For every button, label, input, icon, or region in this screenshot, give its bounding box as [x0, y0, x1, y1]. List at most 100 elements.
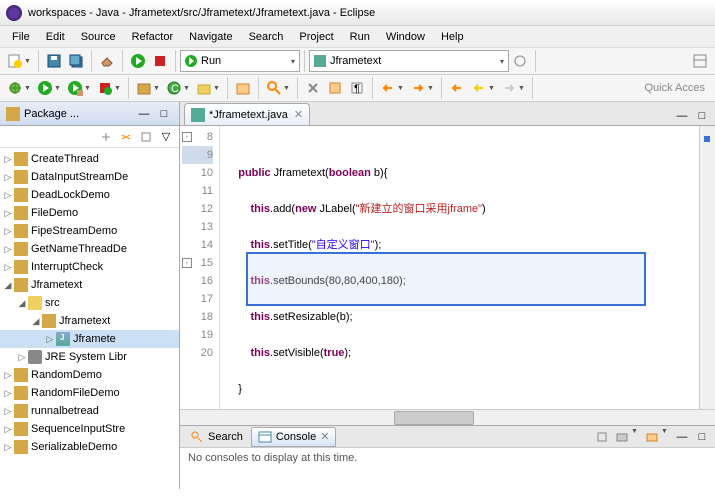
- dropdown-icon[interactable]: ▼: [183, 85, 193, 92]
- dropdown-icon[interactable]: ▼: [488, 85, 498, 92]
- expander-icon[interactable]: ▷: [2, 190, 14, 201]
- tree-item[interactable]: ▷RandomDemo: [0, 366, 179, 384]
- close-icon[interactable]: ✕: [294, 108, 303, 121]
- save-button[interactable]: [43, 50, 65, 72]
- line-number[interactable]: 9: [182, 146, 213, 164]
- maximize-button[interactable]: □: [693, 428, 711, 446]
- line-number[interactable]: 20: [182, 344, 213, 362]
- tree-item[interactable]: ▷SerializableDemo: [0, 438, 179, 456]
- tree-item[interactable]: ▷FileDemo: [0, 204, 179, 222]
- expander-icon[interactable]: ▷: [2, 388, 14, 399]
- menu-window[interactable]: Window: [378, 28, 433, 46]
- menu-search[interactable]: Search: [241, 28, 292, 46]
- maximize-button[interactable]: □: [693, 107, 711, 125]
- line-number[interactable]: 16: [182, 272, 213, 290]
- annotation-next-button[interactable]: [407, 77, 429, 99]
- expander-icon[interactable]: ◢: [30, 316, 42, 327]
- tree-item[interactable]: ▷RandomFileDemo: [0, 384, 179, 402]
- package-tree[interactable]: ▷CreateThread▷DataInputStreamDe▷DeadLock…: [0, 148, 179, 489]
- menu-source[interactable]: Source: [73, 28, 124, 46]
- new-folder-button[interactable]: [193, 77, 215, 99]
- run-button-2[interactable]: [34, 77, 56, 99]
- line-number[interactable]: 11: [182, 182, 213, 200]
- dropdown-icon[interactable]: ▼: [661, 428, 671, 446]
- menu-navigate[interactable]: Navigate: [181, 28, 240, 46]
- focus-button[interactable]: [137, 128, 155, 146]
- menu-file[interactable]: File: [4, 28, 38, 46]
- menu-help[interactable]: Help: [433, 28, 472, 46]
- dropdown-icon[interactable]: ▼: [54, 85, 64, 92]
- dropdown-icon[interactable]: ▼: [84, 85, 94, 92]
- forward-button[interactable]: [498, 77, 520, 99]
- run-button[interactable]: [127, 50, 149, 72]
- search-button[interactable]: [263, 77, 285, 99]
- line-number[interactable]: 13: [182, 218, 213, 236]
- expander-icon[interactable]: ▷: [16, 352, 28, 363]
- config-button[interactable]: [509, 50, 531, 72]
- dropdown-icon[interactable]: ▼: [153, 85, 163, 92]
- editor-body[interactable]: 8-9101112131415-1617181920 public Jframe…: [180, 126, 715, 409]
- quick-access[interactable]: Quick Acces: [638, 80, 711, 96]
- tree-item[interactable]: ▷CreateThread: [0, 150, 179, 168]
- display-console-button[interactable]: [613, 428, 631, 446]
- dropdown-icon[interactable]: ▼: [397, 85, 407, 92]
- maximize-button[interactable]: □: [155, 105, 173, 123]
- line-number[interactable]: 17: [182, 290, 213, 308]
- show-whitespace-button[interactable]: ¶: [346, 77, 368, 99]
- view-menu-button[interactable]: ▽: [157, 128, 175, 146]
- expander-icon[interactable]: ◢: [16, 298, 28, 309]
- code-area[interactable]: public Jframetext(boolean b){ this.add(n…: [220, 126, 699, 409]
- line-number[interactable]: 10: [182, 164, 213, 182]
- dropdown-icon[interactable]: ▼: [114, 85, 124, 92]
- line-gutter[interactable]: 8-9101112131415-1617181920: [180, 126, 220, 409]
- tree-item[interactable]: ▷GetNameThreadDe: [0, 240, 179, 258]
- dropdown-icon[interactable]: ▼: [518, 85, 528, 92]
- tree-item[interactable]: ▷DataInputStreamDe: [0, 168, 179, 186]
- tree-item[interactable]: ▷FipeStreamDemo: [0, 222, 179, 240]
- dropdown-icon[interactable]: ▼: [631, 428, 641, 446]
- menu-run[interactable]: Run: [342, 28, 378, 46]
- menu-project[interactable]: Project: [291, 28, 341, 46]
- dropdown-icon[interactable]: ▼: [24, 58, 34, 65]
- toggle-block-button[interactable]: [324, 77, 346, 99]
- dropdown-icon[interactable]: ▼: [427, 85, 437, 92]
- console-tab[interactable]: Console ✕: [251, 427, 337, 447]
- open-type-button[interactable]: [232, 77, 254, 99]
- expander-icon[interactable]: ▷: [2, 154, 14, 165]
- minimize-button[interactable]: —: [673, 428, 691, 446]
- horizontal-scrollbar[interactable]: [180, 409, 715, 425]
- stop-button[interactable]: [149, 50, 171, 72]
- expander-icon[interactable]: ▷: [2, 208, 14, 219]
- tree-item[interactable]: ▷Jframete: [0, 330, 179, 348]
- expander-icon[interactable]: ▷: [2, 172, 14, 183]
- coverage-button[interactable]: [64, 77, 86, 99]
- save-all-button[interactable]: [65, 50, 87, 72]
- expander-icon[interactable]: ▷: [44, 334, 56, 345]
- dropdown-icon[interactable]: ▼: [283, 85, 293, 92]
- tree-item[interactable]: ▷SequenceInputStre: [0, 420, 179, 438]
- line-number[interactable]: 12: [182, 200, 213, 218]
- perspective-button[interactable]: [689, 50, 711, 72]
- expander-icon[interactable]: ▷: [2, 424, 14, 435]
- tree-item[interactable]: ◢Jframetext: [0, 312, 179, 330]
- open-console-button[interactable]: [643, 428, 661, 446]
- scrollbar-thumb[interactable]: [394, 411, 474, 425]
- minimize-button[interactable]: —: [135, 105, 153, 123]
- tree-item[interactable]: ◢src: [0, 294, 179, 312]
- project-select[interactable]: Jframetext ▾: [309, 50, 509, 72]
- toggle-mark-button[interactable]: [302, 77, 324, 99]
- last-edit-button[interactable]: [446, 77, 468, 99]
- dropdown-icon[interactable]: ▼: [24, 85, 34, 92]
- collapse-all-button[interactable]: [97, 128, 115, 146]
- close-icon[interactable]: ✕: [320, 430, 329, 443]
- new-class-button[interactable]: C: [163, 77, 185, 99]
- debug-button[interactable]: [4, 77, 26, 99]
- expander-icon[interactable]: ▷: [2, 370, 14, 381]
- tree-item[interactable]: ▷runnalbetread: [0, 402, 179, 420]
- run-config-select[interactable]: Run ▾: [180, 50, 300, 72]
- expander-icon[interactable]: ▷: [2, 262, 14, 273]
- menu-edit[interactable]: Edit: [38, 28, 73, 46]
- tree-item[interactable]: ▷DeadLockDemo: [0, 186, 179, 204]
- search-tab[interactable]: Search: [184, 428, 249, 446]
- expander-icon[interactable]: ▷: [2, 244, 14, 255]
